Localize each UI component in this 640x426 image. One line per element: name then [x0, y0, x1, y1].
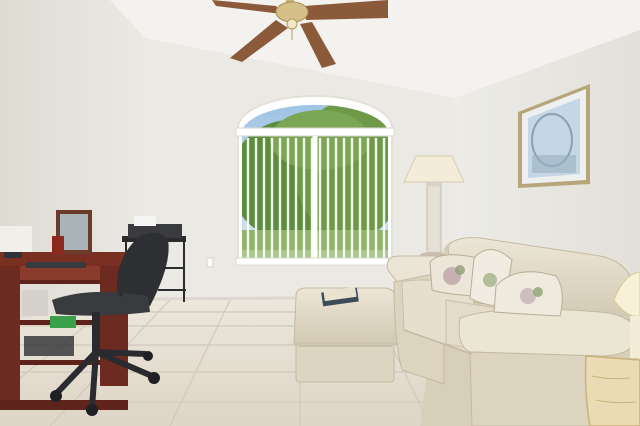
- arched-window: [235, 95, 395, 266]
- living-room-photo: [0, 0, 640, 426]
- ottoman: [293, 286, 401, 383]
- wall-outlet: [206, 257, 214, 268]
